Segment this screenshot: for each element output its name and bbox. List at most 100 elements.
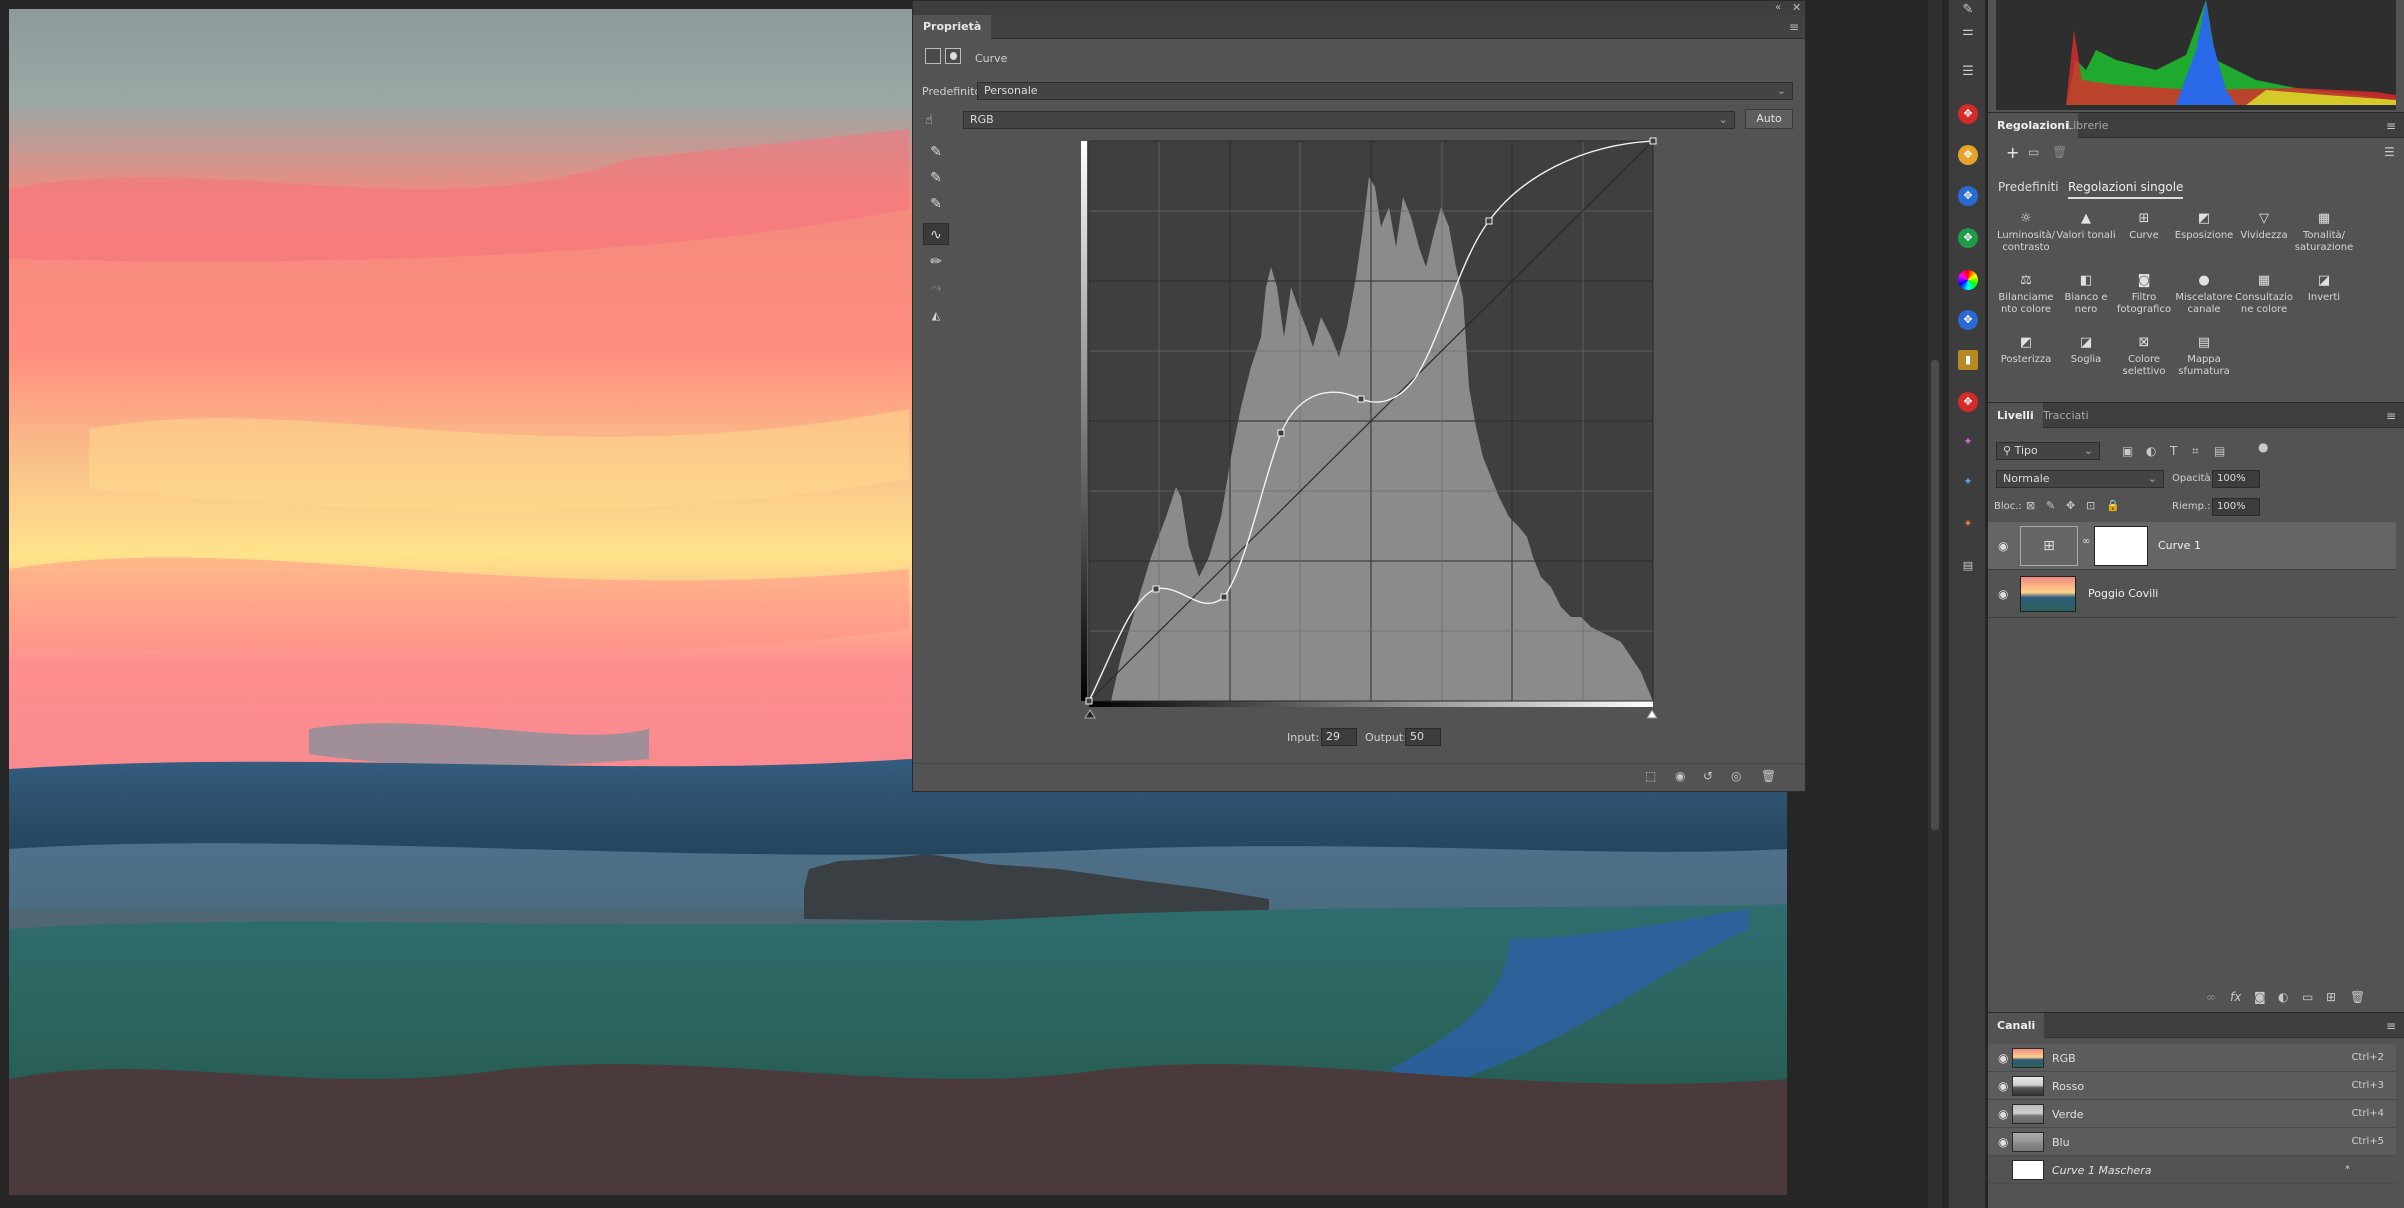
library-icon[interactable]: ▤ [1958, 556, 1978, 576]
filter-type-icon[interactable]: T [2170, 444, 2177, 458]
brush-orange-icon[interactable]: ✦ [1958, 514, 1978, 534]
reset-icon[interactable]: ↺ [1703, 769, 1713, 783]
opacity-field[interactable]: 100% [2212, 470, 2260, 488]
filter-adjustment-icon[interactable]: ◐ [2146, 444, 2156, 458]
auto-button[interactable]: Auto [1745, 109, 1793, 129]
curves-graph[interactable] [1081, 137, 1681, 727]
curve-point-tool-icon[interactable]: ∿ [923, 223, 949, 245]
adj-color-lookup[interactable]: ▦ Consultazio ne colore [2234, 274, 2294, 316]
pencil-draw-icon[interactable]: ✏ [923, 251, 949, 273]
adj-threshold[interactable]: ◪ Soglia [2056, 336, 2116, 366]
eye-icon[interactable]: ◉ [1998, 587, 2008, 601]
tab-properties[interactable]: Proprietà [913, 15, 992, 39]
collapse-icon[interactable]: « [1775, 2, 1781, 14]
new-group-icon[interactable]: ▭ [2302, 990, 2313, 1004]
channel-row-green[interactable]: ◉ Verde Ctrl+4 [1988, 1100, 2396, 1128]
lock-transparency-icon[interactable]: ⊠ [2026, 499, 2035, 512]
panel-menu-icon[interactable]: ≡ [2386, 119, 2396, 133]
layer-row-background[interactable]: ◉ Poggio Covili [1988, 570, 2396, 618]
adj-brightness-contrast[interactable]: ☼ Luminosità/ contrasto [1996, 212, 2056, 254]
channel-row-mask[interactable]: Curve 1 Maschera * [1988, 1156, 2396, 1184]
brush-blue-icon[interactable]: ✦ [1958, 472, 1978, 492]
adj-vibrance[interactable]: ▽ Vividezza [2234, 212, 2294, 242]
tool-icon[interactable]: ✎ [1958, 0, 1978, 20]
tab-libraries[interactable]: Librerie [2058, 113, 2118, 139]
add-mask-icon[interactable]: ◙ [2254, 990, 2266, 1004]
visibility-icon[interactable]: ◎ [1731, 769, 1741, 783]
trash-icon[interactable]: 🗑 [1761, 769, 1776, 783]
fill-field[interactable]: 100% [2212, 498, 2260, 516]
action-red-icon[interactable]: ✥ [1958, 104, 1978, 124]
adj-posterize[interactable]: ◩ Posterizza [1996, 336, 2056, 366]
panel-menu-icon[interactable]: ≡ [2386, 409, 2396, 423]
folder-icon[interactable]: ▭ [2028, 145, 2039, 159]
action-yellow-icon[interactable]: ✥ [1958, 145, 1978, 165]
panel-menu-icon[interactable]: ≡ [1789, 21, 1799, 33]
target-adjust-icon[interactable]: ☝ [925, 113, 933, 128]
adj-photo-filter[interactable]: ◙ Filtro fotografico [2114, 274, 2174, 316]
channel-row-rgb[interactable]: ◉ RGB Ctrl+2 [1988, 1044, 2396, 1072]
eye-icon[interactable]: ◉ [1998, 1135, 2008, 1149]
list-view-icon[interactable]: ☰ [2384, 145, 2395, 159]
mask-icon[interactable] [945, 48, 961, 64]
filter-shape-icon[interactable]: ⌗ [2192, 444, 2199, 459]
new-adjustment-icon[interactable]: ◐ [2278, 990, 2288, 1004]
preset-select[interactable]: Personale ⌄ [977, 82, 1793, 100]
view-previous-icon[interactable]: ◉ [1675, 769, 1685, 783]
sliders-icon[interactable]: ⚌ [1958, 22, 1978, 42]
channel-row-blue[interactable]: ◉ Blu Ctrl+5 [1988, 1128, 2396, 1156]
eyedropper-black-icon[interactable]: ✎ [923, 141, 949, 163]
trash-icon[interactable]: 🗑 [2052, 145, 2067, 159]
input-field[interactable]: 29 [1321, 728, 1357, 746]
subtab-single-adjustments[interactable]: Regolazioni singole [2068, 180, 2184, 199]
smooth-curve-icon[interactable]: ⤳ [923, 277, 949, 299]
filter-toggle-icon[interactable]: ● [2258, 440, 2268, 454]
lock-artboard-icon[interactable]: ⊡ [2086, 499, 2095, 512]
layer-filter-select[interactable]: ⚲ Tipo ⌄ [1996, 442, 2100, 460]
subtab-presets[interactable]: Predefiniti [1998, 180, 2059, 194]
channel-select[interactable]: RGB ⌄ [963, 111, 1735, 129]
lock-position-icon[interactable]: ✥ [2066, 499, 2075, 512]
channel-row-red[interactable]: ◉ Rosso Ctrl+3 [1988, 1072, 2396, 1100]
new-layer-icon[interactable]: ⊞ [2326, 990, 2336, 1004]
layer-row-curves[interactable]: ◉ ⊞ ∞ Curve 1 [1988, 522, 2396, 570]
adj-hue-saturation[interactable]: ▦ Tonalità/ saturazione [2294, 212, 2354, 254]
adj-gradient-map[interactable]: ▤ Mappa sfumatura [2174, 336, 2234, 378]
panel-title-bar[interactable]: « ✕ [913, 1, 1805, 15]
close-icon[interactable]: ✕ [1792, 2, 1801, 14]
trash-icon[interactable]: 🗑 [2350, 990, 2365, 1004]
tab-paths[interactable]: Tracciati [2034, 403, 2098, 429]
output-field[interactable]: 50 [1405, 728, 1441, 746]
filter-smart-icon[interactable]: ▤ [2214, 444, 2225, 458]
eye-icon[interactable]: ◉ [1998, 1079, 2008, 1093]
adj-selective-color[interactable]: ⊠ Colore selettivo [2114, 336, 2174, 378]
vertical-scrollbar[interactable] [1928, 0, 1942, 1208]
brush-colorful-icon[interactable]: ✦ [1958, 432, 1978, 452]
filter-pixel-icon[interactable]: ▣ [2122, 444, 2133, 458]
action-blue2-icon[interactable]: ✥ [1958, 310, 1978, 330]
panel-menu-icon[interactable]: ≡ [2386, 1019, 2396, 1033]
adj-black-white[interactable]: ◧ Bianco e nero [2056, 274, 2116, 316]
link-layers-icon[interactable]: ∞ [2206, 990, 2216, 1004]
eyedropper-white-icon[interactable]: ✎ [923, 193, 949, 215]
blend-mode-select[interactable]: Normale ⌄ [1996, 470, 2164, 488]
tab-channels[interactable]: Canali [1988, 1013, 2045, 1039]
eye-icon[interactable]: ◉ [1998, 1107, 2008, 1121]
adj-color-balance[interactable]: ⚖ Bilanciame nto colore [1996, 274, 2056, 316]
adj-invert[interactable]: ◪ Inverti [2294, 274, 2354, 304]
action-blue-icon[interactable]: ✥ [1958, 186, 1978, 206]
properties-icon[interactable]: ☰ [1958, 62, 1978, 82]
clipping-warning-icon[interactable]: ◭ [923, 305, 949, 327]
color-wheel-icon[interactable] [1958, 270, 1978, 290]
eye-icon[interactable]: ◉ [1998, 539, 2008, 553]
adj-channel-mixer[interactable]: ● Miscelatore canale [2174, 274, 2234, 316]
eye-icon[interactable]: ◉ [1998, 1051, 2008, 1065]
action-red2-icon[interactable]: ✥ [1958, 392, 1978, 412]
lock-pixels-icon[interactable]: ✎ [2046, 499, 2055, 512]
scrollbar-thumb[interactable] [1931, 360, 1939, 830]
adj-exposure[interactable]: ◩ Esposizione [2174, 212, 2234, 242]
curves-adjustment-icon[interactable] [925, 48, 941, 64]
action-green-icon[interactable]: ✥ [1958, 228, 1978, 248]
eyedropper-gray-icon[interactable]: ✎ [923, 167, 949, 189]
add-icon[interactable]: + [2006, 143, 2019, 162]
